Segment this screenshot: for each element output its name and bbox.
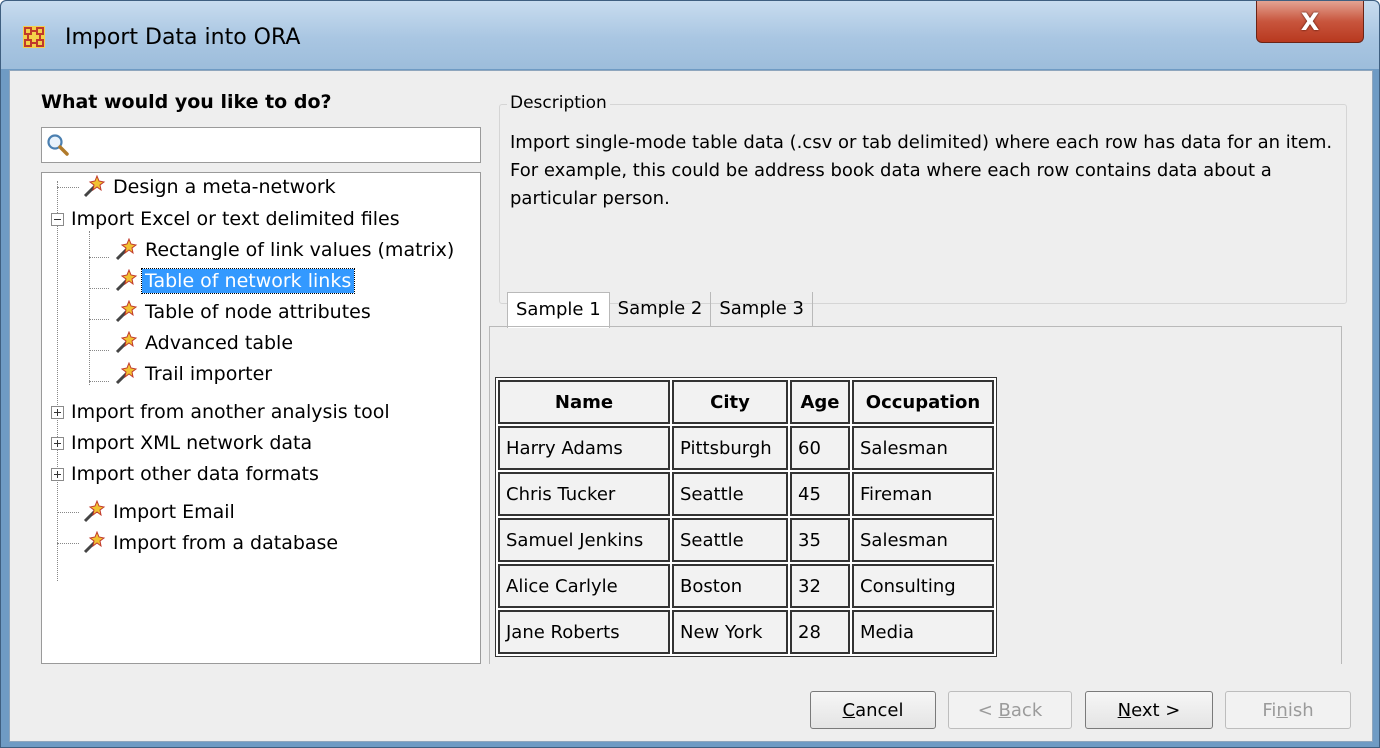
task-heading: What would you like to do?	[41, 91, 332, 113]
tab-sample-1[interactable]: Sample 1	[507, 292, 610, 328]
tree-item-import-email[interactable]: Import Email	[80, 498, 238, 526]
next-button[interactable]: Next >	[1085, 691, 1213, 729]
tree-item-label: Trail importer	[145, 363, 273, 385]
table-row: Jane Roberts New York 28 Media	[498, 610, 994, 654]
column-header-age: Age	[790, 380, 850, 424]
table-cell: New York	[672, 610, 788, 654]
tree-item-advanced-table[interactable]: Advanced table	[112, 329, 296, 357]
wand-icon	[115, 269, 138, 292]
cancel-mnemonic: C	[842, 699, 856, 721]
expand-icon[interactable]	[51, 405, 64, 419]
finish-button[interactable]: Fi n ish	[1225, 691, 1351, 729]
column-header-city: City	[672, 380, 788, 424]
wand-icon	[83, 500, 106, 523]
table-cell: Jane Roberts	[498, 610, 670, 654]
table-cell: Media	[852, 610, 994, 654]
next-mnemonic: N	[1117, 699, 1132, 721]
table-cell: Samuel Jenkins	[498, 518, 670, 562]
table-cell: Salesman	[852, 518, 994, 562]
table-cell: 45	[790, 472, 850, 516]
column-header-occupation: Occupation	[852, 380, 994, 424]
tree-item-label: Table of node attributes	[145, 301, 371, 323]
cancel-button[interactable]: Cancel	[810, 691, 936, 729]
back-button[interactable]: < Back	[948, 691, 1072, 729]
tree-item-label: Import other data formats	[71, 463, 319, 485]
table-cell: Seattle	[672, 518, 788, 562]
table-cell: Alice Carlyle	[498, 564, 670, 608]
description-text: Import single-mode table data (.csv or t…	[510, 132, 1333, 209]
tree-item-import-database[interactable]: Import from a database	[80, 529, 341, 557]
wand-icon	[83, 531, 106, 554]
collapse-icon[interactable]	[51, 212, 64, 226]
table-cell: Seattle	[672, 472, 788, 516]
description-legend: Description	[507, 93, 610, 113]
next-label-post: ext >	[1131, 699, 1181, 721]
search-icon	[47, 134, 69, 156]
table-cell: Salesman	[852, 426, 994, 470]
back-mnemonic: B	[998, 699, 1011, 721]
table-row: Alice Carlyle Boston 32 Consulting	[498, 564, 994, 608]
tree-item-import-excel[interactable]: Import Excel or text delimited files	[51, 205, 403, 233]
import-data-dialog: Import Data into ORA X What would you li…	[0, 0, 1380, 748]
tree-item-label: Import from a database	[113, 532, 339, 554]
tree-item-label: Import from another analysis tool	[71, 401, 390, 423]
table-cell: Harry Adams	[498, 426, 670, 470]
ora-app-icon	[23, 26, 45, 48]
table-cell: Chris Tucker	[498, 472, 670, 516]
table-cell: Consulting	[852, 564, 994, 608]
table-cell: Pittsburgh	[672, 426, 788, 470]
table-cell: 28	[790, 610, 850, 654]
title-bar[interactable]: Import Data into ORA X	[1, 1, 1379, 69]
tree-item-import-other-formats[interactable]: Import other data formats	[51, 460, 322, 488]
tree-item-label: Import XML network data	[71, 432, 313, 454]
task-tree[interactable]: Design a meta-network Import Excel or te…	[41, 172, 481, 664]
close-button[interactable]: X	[1256, 1, 1364, 43]
tree-item-design-meta-network[interactable]: Design a meta-network	[80, 173, 339, 201]
wand-icon	[115, 362, 138, 385]
tree-item-label: Design a meta-network	[113, 176, 336, 198]
table-cell: Boston	[672, 564, 788, 608]
tree-item-label: Table of network links	[140, 268, 356, 294]
tab-sample-3[interactable]: Sample 3	[711, 292, 814, 326]
expand-icon[interactable]	[51, 467, 64, 481]
cancel-label-post: ancel	[855, 699, 904, 721]
sample-tabs: Sample 1 Sample 2 Sample 3	[507, 292, 814, 328]
tree-item-import-analysis-tool[interactable]: Import from another analysis tool	[51, 398, 393, 426]
table-cell: 35	[790, 518, 850, 562]
expand-icon[interactable]	[51, 436, 64, 450]
back-label-post: ack	[1010, 699, 1043, 721]
close-icon: X	[1300, 7, 1320, 36]
tree-item-import-xml[interactable]: Import XML network data	[51, 429, 315, 457]
table-cell: Fireman	[852, 472, 994, 516]
sample-table: Name City Age Occupation Harry Adams Pit…	[495, 377, 997, 657]
table-header-row: Name City Age Occupation	[498, 380, 994, 424]
table-cell: 60	[790, 426, 850, 470]
dialog-body: What would you like to do? Design a meta…	[9, 70, 1373, 742]
table-row: Chris Tucker Seattle 45 Fireman	[498, 472, 994, 516]
tree-item-rectangle-link-values[interactable]: Rectangle of link values (matrix)	[112, 236, 457, 264]
tree-item-label: Rectangle of link values (matrix)	[145, 239, 455, 261]
table-cell: 32	[790, 564, 850, 608]
search-input[interactable]	[41, 127, 481, 163]
finish-label-post: ish	[1287, 699, 1314, 721]
tree-item-label: Import Excel or text delimited files	[71, 208, 400, 230]
tree-item-label: Advanced table	[145, 332, 294, 354]
tree-item-table-node-attributes[interactable]: Table of node attributes	[112, 298, 374, 326]
wand-icon	[83, 175, 106, 198]
column-header-name: Name	[498, 380, 670, 424]
table-row: Samuel Jenkins Seattle 35 Salesman	[498, 518, 994, 562]
wand-icon	[115, 238, 138, 261]
wand-icon	[115, 300, 138, 323]
tree-item-label: Import Email	[113, 501, 235, 523]
wand-icon	[115, 331, 138, 354]
tab-sample-2[interactable]: Sample 2	[610, 292, 712, 326]
back-label-pre: <	[977, 699, 999, 721]
finish-mnemonic: n	[1276, 699, 1288, 721]
tree-item-trail-importer[interactable]: Trail importer	[112, 360, 275, 388]
window-title: Import Data into ORA	[65, 25, 301, 50]
table-row: Harry Adams Pittsburgh 60 Salesman	[498, 426, 994, 470]
finish-label-pre: Fi	[1262, 699, 1277, 721]
tree-item-table-network-links[interactable]: Table of network links	[112, 267, 356, 295]
